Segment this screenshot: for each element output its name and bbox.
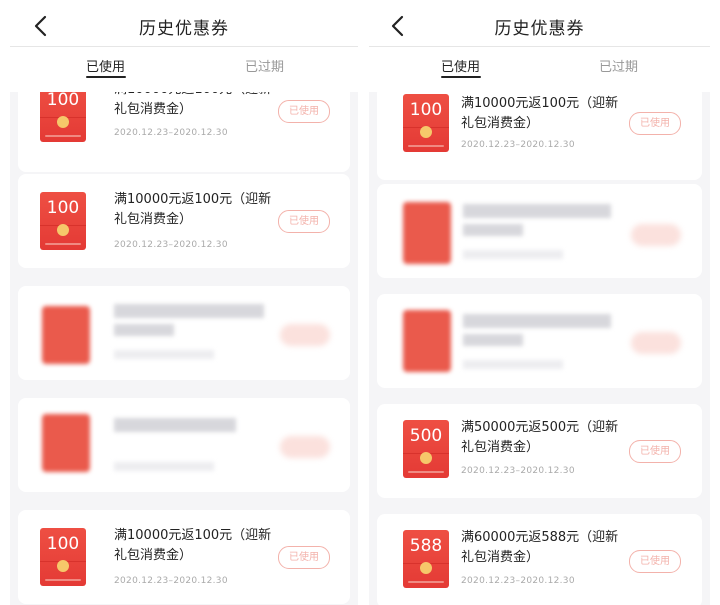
coupon-amount: 588 [409, 536, 443, 556]
status-badge: 已使用 [629, 112, 681, 135]
envelope-footer [408, 471, 444, 473]
coupon-date: 2020.12.23–2020.12.30 [461, 140, 575, 150]
blurred-date [114, 350, 214, 359]
page-title: 历史优惠券 [494, 19, 585, 39]
header-divider [369, 46, 710, 47]
blurred-status [631, 332, 681, 354]
status-badge: 已使用 [278, 100, 330, 123]
coin-icon [57, 224, 69, 236]
red-envelope: 500 [403, 420, 449, 478]
envelope-footer [45, 135, 81, 137]
status-badge: 已使用 [278, 210, 330, 233]
coupon-history-screen-right: 历史优惠券 已使用 已过期 100 满10000元返100元（迎新礼包消费金） … [369, 0, 710, 605]
coin-icon [57, 560, 69, 572]
status-badge: 已使用 [278, 546, 330, 569]
blurred-text [114, 304, 264, 318]
blurred-text [463, 334, 523, 346]
coupon-description: 满10000元返100元（迎新礼包消费金） [461, 96, 619, 131]
tab-used[interactable]: 已使用 [441, 56, 480, 75]
red-envelope: 100 [403, 94, 449, 152]
coupon-amount: 500 [409, 426, 443, 446]
coupon-history-screen-left: 历史优惠券 已使用 已过期 100 满10000元返100元（迎新礼包消费金） … [10, 0, 358, 605]
coupon-description: 满50000元返500元（迎新礼包消费金） [461, 420, 619, 455]
blurred-text [463, 314, 611, 328]
blurred-status [280, 324, 330, 346]
coupon-date: 2020.12.23–2020.12.30 [461, 466, 575, 476]
tab-expired[interactable]: 已过期 [599, 56, 638, 75]
blurred-text [114, 418, 236, 432]
coupon-card-obscured[interactable] [18, 398, 350, 492]
red-envelope: 100 [40, 84, 86, 142]
coin-icon [57, 116, 69, 128]
page-title: 历史优惠券 [139, 19, 229, 39]
blurred-date [463, 360, 563, 369]
coupon-description: 满10000元返100元（迎新礼包消费金） [114, 528, 272, 563]
tab-expired[interactable]: 已过期 [245, 56, 284, 75]
red-envelope: 100 [40, 528, 86, 586]
coupon-card[interactable]: 100 满10000元返100元（迎新礼包消费金） 2020.12.23–202… [18, 78, 350, 172]
coupon-card-obscured[interactable] [377, 294, 702, 388]
red-envelope: 100 [40, 192, 86, 250]
status-badge: 已使用 [629, 550, 681, 573]
coupon-list: 100 满10000元返100元（迎新礼包消费金） 2020.12.23–202… [10, 78, 358, 605]
coupon-date: 2020.12.23–2020.12.30 [114, 128, 228, 138]
blurred-date [463, 250, 563, 259]
blurred-envelope [42, 414, 90, 472]
status-badge: 已使用 [629, 440, 681, 463]
coupon-card-obscured[interactable] [377, 184, 702, 278]
coin-icon [420, 126, 432, 138]
coupon-card[interactable]: 500 满50000元返500元（迎新礼包消费金） 2020.12.23–202… [377, 404, 702, 498]
coupon-date: 2020.12.23–2020.12.30 [461, 576, 575, 586]
blurred-date [114, 462, 214, 471]
coupon-amount: 100 [46, 90, 80, 110]
header: 历史优惠券 已使用 已过期 [369, 0, 710, 92]
tab-active-indicator [441, 76, 481, 78]
coupon-list: 100 满10000元返100元（迎新礼包消费金） 2020.12.23–202… [369, 86, 710, 605]
coupon-card-obscured[interactable] [18, 286, 350, 380]
coin-icon [420, 562, 432, 574]
coupon-card[interactable]: 100 满10000元返100元（迎新礼包消费金） 2020.12.23–202… [377, 86, 702, 180]
blurred-envelope [403, 202, 451, 264]
envelope-footer [408, 145, 444, 147]
coupon-amount: 100 [46, 534, 80, 554]
tab-used[interactable]: 已使用 [86, 56, 125, 75]
coupon-amount: 100 [409, 100, 443, 120]
blurred-text [463, 224, 523, 236]
coin-icon [420, 452, 432, 464]
blurred-status [280, 436, 330, 458]
coupon-card[interactable]: 100 满10000元返100元（迎新礼包消费金） 2020.12.23–202… [18, 174, 350, 268]
blurred-envelope [403, 310, 451, 372]
envelope-footer [408, 581, 444, 583]
coupon-description: 满10000元返100元（迎新礼包消费金） [114, 192, 272, 227]
envelope-footer [45, 579, 81, 581]
red-envelope: 588 [403, 530, 449, 588]
blurred-text [114, 324, 174, 336]
coupon-card[interactable]: 588 满60000元返588元（迎新礼包消费金） 2020.12.23–202… [377, 514, 702, 605]
blurred-status [631, 224, 681, 246]
blurred-text [463, 204, 611, 218]
blurred-envelope [42, 306, 90, 364]
coupon-date: 2020.12.23–2020.12.30 [114, 240, 228, 250]
tab-active-indicator [86, 76, 126, 78]
envelope-footer [45, 243, 81, 245]
coupon-date: 2020.12.23–2020.12.30 [114, 576, 228, 586]
coupon-description: 满60000元返588元（迎新礼包消费金） [461, 530, 619, 565]
header-divider [10, 46, 358, 47]
coupon-card[interactable]: 100 满10000元返100元（迎新礼包消费金） 2020.12.23–202… [18, 510, 350, 604]
coupon-amount: 100 [46, 198, 80, 218]
header: 历史优惠券 已使用 已过期 [10, 0, 358, 92]
